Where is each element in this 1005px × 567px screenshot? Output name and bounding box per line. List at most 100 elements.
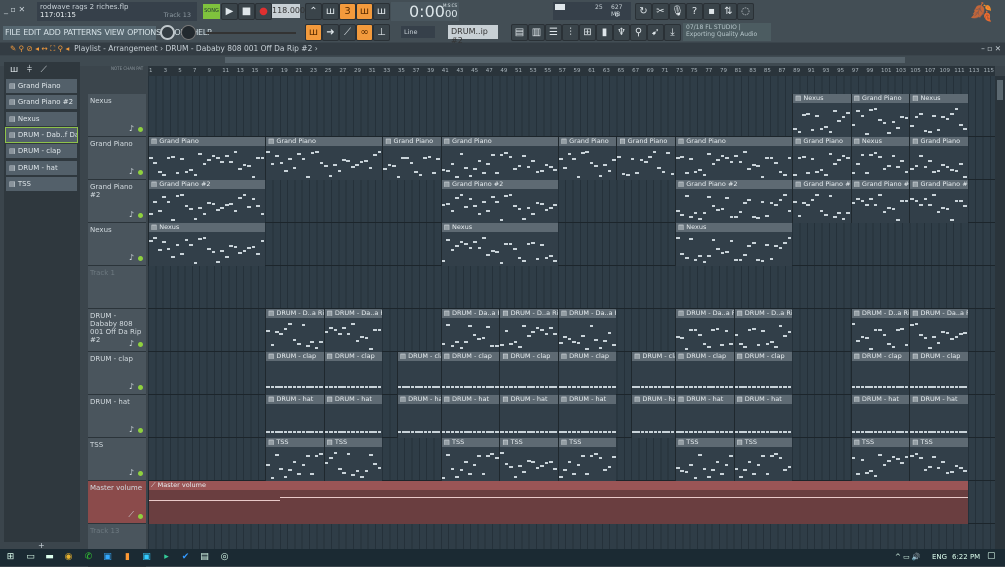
channel-6[interactable]: ▤ TSS xyxy=(6,176,77,191)
track-header[interactable]: Track 1 xyxy=(88,266,146,309)
pattern-clip[interactable]: ▤ Grand Piano #2 xyxy=(675,180,793,223)
pattern-clip[interactable]: ▤ TSS xyxy=(850,438,910,481)
menu-edit[interactable]: EDIT xyxy=(23,28,41,37)
pattern-clip[interactable]: ▤ Grand Piano #2 xyxy=(792,180,851,223)
track-header[interactable]: Grand Piano #2 ♪ xyxy=(88,180,146,223)
undo-icon[interactable]: ↻ xyxy=(635,3,652,20)
photoshop-icon[interactable]: ▣ xyxy=(102,552,113,563)
menu-patterns[interactable]: PATTERNS xyxy=(63,28,101,37)
pattern-clip[interactable]: ▤ DRUM - hat xyxy=(631,395,676,438)
countdown-icon[interactable]: 3 xyxy=(339,3,356,20)
pattern-clip[interactable]: ▤ DRUM - D..a Rip #2 xyxy=(850,309,910,352)
whatsapp-icon[interactable]: ✆ xyxy=(83,552,94,563)
master-pitch-knob[interactable] xyxy=(181,25,196,40)
track-enable-led[interactable] xyxy=(138,471,143,476)
master-volume-knob[interactable] xyxy=(160,25,175,40)
browser-icon[interactable]: ⊞ xyxy=(579,24,596,41)
mixer-icon[interactable]: ⫶ xyxy=(562,24,579,41)
track-header[interactable]: DRUM - Dababy 808 001 Off Da Rip #2 ♪ xyxy=(88,309,146,352)
help-icon[interactable]: ? xyxy=(686,3,703,20)
channel-0[interactable]: ▤ Grand Piano xyxy=(6,79,77,93)
pattern-clip[interactable]: ▤ DRUM - clap xyxy=(499,352,558,395)
clock[interactable]: 6:22 PM xyxy=(952,553,980,561)
pattern-clip[interactable]: ▤ Grand Piano #2 xyxy=(909,180,968,223)
playlist-tools-icon[interactable]: ✎ ⚲ ⊘ ◂ ↔ ⛶ ⚲ ◂ xyxy=(10,44,69,53)
song-mode-toggle[interactable]: SONG xyxy=(203,4,220,19)
stamp-icon[interactable]: ⊥ xyxy=(373,24,390,41)
pattern-clip[interactable]: ▤ DRUM - D..a Rip #2 xyxy=(499,309,558,352)
pattern-clip[interactable]: ▤ TSS xyxy=(265,438,324,481)
system-tray-icons[interactable]: ^ ▭ 🔊 xyxy=(895,553,921,561)
pattern-clip[interactable]: ▤ DRUM - clap xyxy=(733,352,793,395)
stop-button[interactable]: ■ xyxy=(238,3,255,20)
render-icon[interactable]: ⇅ xyxy=(720,3,737,20)
menu-file[interactable]: FILE xyxy=(5,28,21,37)
snap-select[interactable]: Line xyxy=(401,26,435,38)
channel-2[interactable]: ▤ Nexus xyxy=(6,111,77,126)
piano-roll-icon[interactable]: ▥ xyxy=(528,24,545,41)
track-header[interactable]: Grand Piano ♪ xyxy=(88,137,146,180)
track-header[interactable]: DRUM - clap ♪ xyxy=(88,352,146,395)
picker-chan[interactable]: CHAN xyxy=(123,66,135,71)
save-icon[interactable]: ▪ xyxy=(703,3,720,20)
pattern-clip[interactable]: ▤ DRUM - hat xyxy=(265,395,324,438)
pattern-clip[interactable]: ▤ TSS xyxy=(499,438,558,481)
pattern-clip[interactable]: ▤ DRUM - Da..a Rip #2 xyxy=(909,309,968,352)
time-display[interactable]: 0:0000 M:S:CS xyxy=(391,2,459,21)
pattern-clip[interactable]: ▤ DRUM - Da..a Rip #2 xyxy=(440,309,500,352)
check-app-icon[interactable]: ✔ xyxy=(180,552,191,563)
track-enable-led[interactable] xyxy=(138,514,143,519)
app-icon[interactable]: ◎ xyxy=(219,552,230,563)
pattern-clip[interactable]: ▤ DRUM - hat xyxy=(909,395,968,438)
pattern-clip[interactable]: ▤ DRUM - clap xyxy=(265,352,324,395)
pattern-clip[interactable]: ▤ DRUM - clap xyxy=(675,352,734,395)
pattern-clip[interactable]: ▤ Grand Piano xyxy=(557,137,617,180)
download-icon[interactable]: ⤓ xyxy=(664,24,681,41)
pattern-clip[interactable]: ▤ Grand Piano #2 xyxy=(440,180,558,223)
automation-clip[interactable]: ⟋ Master volume xyxy=(148,481,968,524)
pattern-clip[interactable]: ▤ DRUM - hat xyxy=(733,395,793,438)
channel-5[interactable]: ▤ DRUM - hat xyxy=(6,160,77,175)
record-button[interactable]: ● xyxy=(255,3,272,20)
pattern-clip[interactable]: ▤ DRUM - clap xyxy=(323,352,383,395)
pattern-clip[interactable]: ▤ TSS xyxy=(733,438,793,481)
horizontal-scrollbar[interactable] xyxy=(225,57,905,63)
pattern-clip[interactable]: ▤ Grand Piano xyxy=(440,137,558,180)
pattern-clip[interactable]: ▤ DRUM - hat xyxy=(440,395,500,438)
pattern-clip[interactable]: ▤ Nexus xyxy=(850,137,910,180)
track-header[interactable]: Master volume ⟋ xyxy=(88,481,146,524)
pattern-clip[interactable]: ▤ DRUM - hat xyxy=(323,395,383,438)
menu-view[interactable]: VIEW xyxy=(105,28,125,37)
track-enable-led[interactable] xyxy=(138,385,143,390)
pattern-clip[interactable]: ▤ DRUM - D..a Rip #2 xyxy=(733,309,793,352)
playlist-icon[interactable]: ▤ xyxy=(511,24,528,41)
loop-record-icon[interactable]: ш xyxy=(373,3,390,20)
app-icon[interactable]: ▤ xyxy=(199,552,210,563)
pattern-clip[interactable]: ▤ DRUM - clap xyxy=(850,352,910,395)
pattern-clip[interactable]: ▤ Grand Piano xyxy=(850,94,910,137)
task-view-icon[interactable]: ▭ xyxy=(25,552,36,563)
pattern-clip[interactable]: ▤ Grand Piano #2 xyxy=(148,180,266,223)
pattern-clip[interactable]: ▤ DRUM - Da..a Rip #2 xyxy=(675,309,734,352)
pattern-clip[interactable]: ▤ Grand Piano xyxy=(792,137,851,180)
pattern-clip[interactable]: ▤ DRUM - clap xyxy=(440,352,500,395)
notifications-icon[interactable]: ▢ xyxy=(987,551,996,561)
play-button[interactable]: ▶ xyxy=(221,3,238,20)
pattern-clip[interactable]: ▤ Grand Piano xyxy=(616,137,676,180)
track-enable-led[interactable] xyxy=(138,127,143,132)
pattern-clip[interactable]: ▤ DRUM - Da..a Rip #2 xyxy=(323,309,383,352)
pattern-clip[interactable]: ▤ DRUM - clap xyxy=(631,352,676,395)
blend-notes-icon[interactable]: ш xyxy=(356,3,373,20)
pattern-clip[interactable]: ▤ Grand Piano #2 xyxy=(850,180,910,223)
timeline-ruler[interactable]: 1 3 5 7 9 11 13 15 17 19 21 23 25 27 29 31 33 35 37 39 41 43 4… xyxy=(148,66,995,76)
app-icon[interactable]: ▸ xyxy=(161,552,172,563)
pattern-clip[interactable]: ▤ TSS xyxy=(675,438,734,481)
chrome-icon[interactable]: ◉ xyxy=(63,552,74,563)
pattern-clip[interactable]: ▤ DRUM - clap xyxy=(557,352,617,395)
channel-1[interactable]: ▤ Grand Piano #2 xyxy=(6,95,77,110)
cut-icon[interactable]: ✂ xyxy=(652,3,669,20)
pitch-slider[interactable] xyxy=(206,32,296,34)
track-enable-led[interactable] xyxy=(138,342,143,347)
link-icon[interactable]: ∞ xyxy=(356,24,373,41)
playlist-grid[interactable]: ▤ Nexus ▤ Grand Piano ▤ Nexus ▤ Grand Piano… xyxy=(148,76,995,549)
